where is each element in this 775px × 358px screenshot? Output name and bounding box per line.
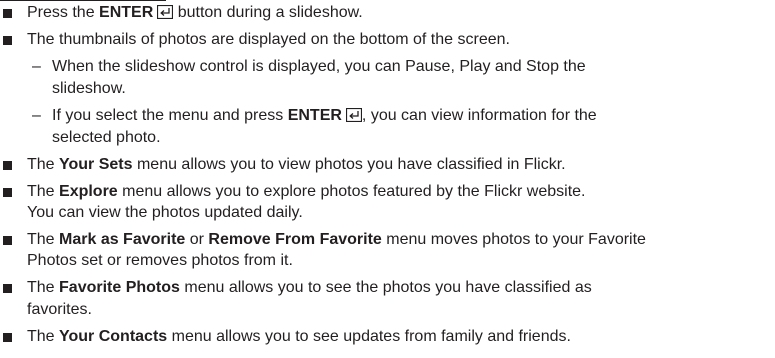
bullet-square: [3, 333, 12, 342]
section-rule: [0, 0, 166, 1]
bullet-square: [3, 284, 12, 293]
sub-list-item-text: If you select the menu and press ENTER, …: [52, 106, 597, 128]
bullet-square: [3, 9, 12, 18]
list-item-text: The thumbnails of photos are displayed o…: [27, 31, 510, 48]
bullet-square: [3, 236, 12, 245]
dash-marker: –: [32, 107, 41, 124]
bullet-square: [3, 36, 12, 45]
list-item-text: The Your Contacts menu allows you to see…: [27, 328, 571, 345]
enter-key-icon: [157, 4, 174, 25]
list-item-text: The Your Sets menu allows you to view ph…: [27, 156, 566, 173]
sub-list-item-text: When the slideshow control is displayed,…: [52, 58, 586, 75]
list-item-text: Press the ENTER button during a slidesho…: [27, 3, 363, 25]
list-item-text: The Explore menu allows you to explore p…: [27, 183, 586, 200]
list-item-text: The Mark as Favorite or Remove From Favo…: [27, 231, 646, 248]
dash-marker: –: [32, 58, 41, 75]
bullet-square: [3, 188, 12, 197]
list-item-text: The Favorite Photos menu allows you to s…: [27, 279, 592, 296]
bullet-square: [3, 161, 12, 170]
enter-key-icon: [345, 107, 363, 128]
